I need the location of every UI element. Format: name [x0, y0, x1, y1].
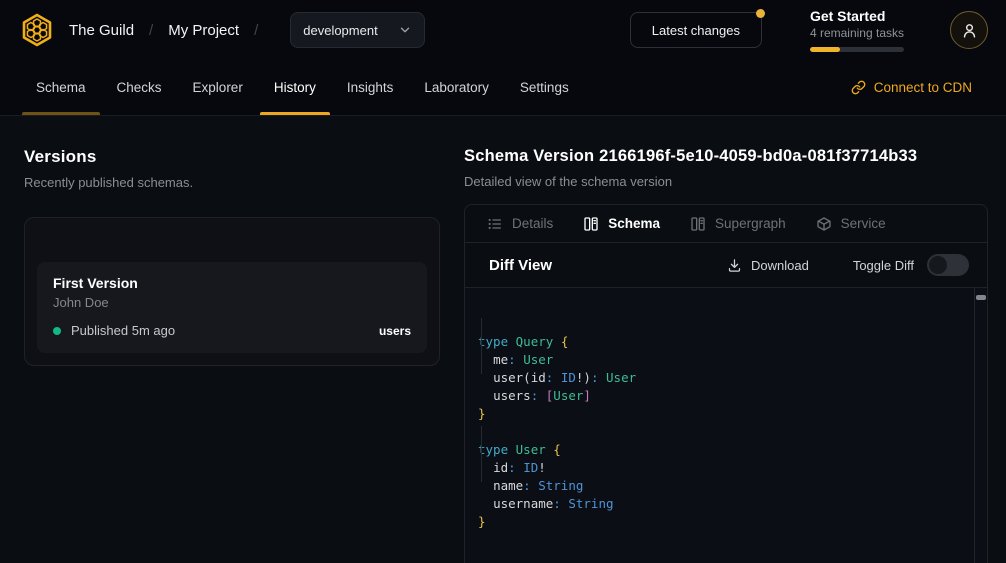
- version-name: First Version: [53, 275, 411, 291]
- tab-service-label: Service: [841, 216, 886, 231]
- version-author: John Doe: [53, 295, 411, 310]
- columns-icon: [583, 216, 599, 232]
- breadcrumb-org[interactable]: The Guild: [69, 22, 134, 39]
- version-service-badge: users: [379, 324, 411, 338]
- tab-service[interactable]: Service: [816, 216, 886, 232]
- code-scrollbar-thumb[interactable]: [976, 295, 986, 300]
- breadcrumb-separator: /: [149, 22, 153, 39]
- diff-view-title: Diff View: [489, 257, 552, 274]
- versions-panel: Versions Recently published schemas. Fir…: [24, 147, 440, 563]
- tab-history[interactable]: History: [260, 60, 330, 115]
- tab-schema-view[interactable]: Schema: [583, 216, 660, 232]
- app-header: The Guild / My Project / development Lat…: [0, 0, 1006, 60]
- list-icon: [487, 216, 503, 232]
- tab-settings[interactable]: Settings: [506, 60, 583, 115]
- toggle-diff-switch[interactable]: [927, 254, 969, 276]
- connect-to-cdn-label: Connect to CDN: [874, 80, 972, 95]
- tab-schema-view-label: Schema: [608, 216, 660, 231]
- environment-selector[interactable]: development: [290, 12, 425, 48]
- environment-selector-value: development: [303, 23, 377, 38]
- person-icon: [961, 22, 978, 39]
- toggle-diff-label: Toggle Diff: [853, 258, 914, 273]
- get-started-widget[interactable]: Get Started 4 remaining tasks: [810, 8, 904, 52]
- latest-changes-label: Latest changes: [652, 23, 740, 38]
- download-icon: [727, 258, 742, 273]
- version-status: Published 5m ago: [71, 323, 175, 338]
- notification-dot: [756, 9, 765, 18]
- toggle-diff-knob: [929, 256, 947, 274]
- cube-icon: [816, 216, 832, 232]
- tab-insights[interactable]: Insights: [333, 60, 408, 115]
- detail-tabs: Details Schema: [465, 205, 987, 243]
- tab-checks[interactable]: Checks: [103, 60, 176, 115]
- tab-details[interactable]: Details: [487, 216, 553, 232]
- connect-to-cdn-button[interactable]: Connect to CDN: [851, 60, 972, 115]
- breadcrumb-separator: /: [254, 22, 258, 39]
- schema-version-subtitle: Detailed view of the schema version: [464, 174, 988, 189]
- published-status-dot: [53, 327, 61, 335]
- schema-version-panel: Details Schema: [464, 204, 988, 563]
- latest-changes-button[interactable]: Latest changes: [630, 12, 762, 48]
- chevron-down-icon: [398, 23, 412, 37]
- diff-toolbar: Diff View Download Toggle Diff: [465, 243, 987, 288]
- guild-logo-icon[interactable]: [18, 11, 56, 49]
- download-label: Download: [751, 258, 809, 273]
- get-started-subtitle: 4 remaining tasks: [810, 26, 904, 40]
- version-list-item[interactable]: First Version John Doe Published 5m ago …: [37, 262, 427, 353]
- schema-sdl-code: type Query { me: User user(id: ID!): Use…: [465, 288, 987, 563]
- tab-supergraph[interactable]: Supergraph: [690, 216, 786, 232]
- breadcrumb-project[interactable]: My Project: [168, 22, 239, 39]
- get-started-progressbar: [810, 47, 904, 52]
- tab-checks-label: Checks: [117, 80, 162, 95]
- schema-version-detail: Schema Version 2166196f-5e10-4059-bd0a-0…: [464, 147, 988, 563]
- tab-schema[interactable]: Schema: [22, 60, 100, 115]
- versions-card: First Version John Doe Published 5m ago …: [24, 217, 440, 366]
- tab-schema-label: Schema: [36, 80, 86, 95]
- project-navbar: Schema Checks Explorer History Insights …: [0, 60, 1006, 116]
- link-icon: [851, 80, 866, 95]
- tab-explorer-label: Explorer: [193, 80, 243, 95]
- progress-fill: [810, 47, 840, 52]
- schema-version-title: Schema Version 2166196f-5e10-4059-bd0a-0…: [464, 147, 988, 166]
- main-content: Versions Recently published schemas. Fir…: [0, 116, 1006, 563]
- code-scrollbar: [974, 288, 987, 563]
- tab-explorer[interactable]: Explorer: [179, 60, 257, 115]
- versions-title: Versions: [24, 147, 440, 167]
- tab-settings-label: Settings: [520, 80, 569, 95]
- tab-insights-label: Insights: [347, 80, 394, 95]
- download-button[interactable]: Download: [727, 258, 809, 273]
- get-started-title: Get Started: [810, 8, 904, 24]
- tab-supergraph-label: Supergraph: [715, 216, 786, 231]
- columns-icon: [690, 216, 706, 232]
- tab-laboratory[interactable]: Laboratory: [410, 60, 503, 115]
- indent-guide: [481, 318, 482, 374]
- tab-details-label: Details: [512, 216, 553, 231]
- tab-history-label: History: [274, 80, 316, 95]
- user-avatar[interactable]: [950, 11, 988, 49]
- versions-subtitle: Recently published schemas.: [24, 175, 440, 190]
- tab-laboratory-label: Laboratory: [424, 80, 489, 95]
- indent-guide: [481, 426, 482, 482]
